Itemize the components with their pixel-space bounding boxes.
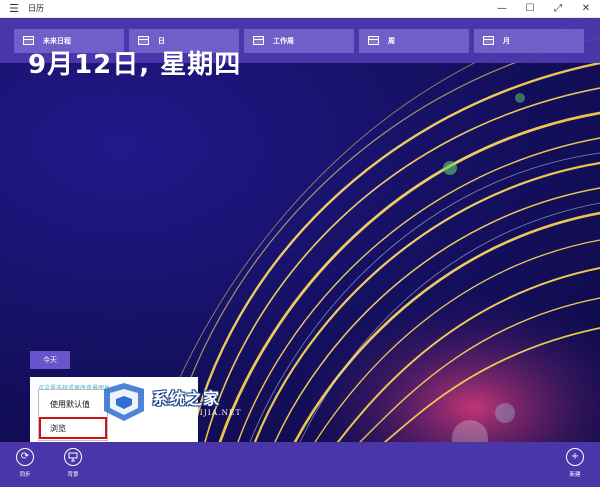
new-event-button[interactable]: + 新建 — [560, 448, 590, 484]
nav-week-label: 周 — [388, 36, 395, 45]
work-week-icon — [253, 36, 264, 45]
background-context-menu: 使用默认值 浏览 — [38, 389, 108, 441]
title-bar: ☰ 日历 — ☐ ⤢ ✕ — [0, 0, 600, 18]
week-icon — [368, 36, 379, 45]
today-button[interactable]: 今天 — [30, 351, 70, 369]
new-event-label: 新建 — [569, 472, 581, 478]
sync-label: 同步 — [19, 472, 31, 478]
fullscreen-button[interactable]: ⤢ — [544, 0, 572, 18]
watermark-logo-icon — [104, 383, 144, 421]
watermark-text: 系统之家 — [152, 389, 221, 408]
watermark-subtext: XITONGZHIJIA.NET — [148, 408, 242, 417]
plus-icon: + — [566, 448, 584, 466]
menu-item-browse[interactable]: 浏览 — [39, 417, 107, 439]
hamburger-menu-icon[interactable]: ☰ — [0, 0, 28, 18]
date-heading: 9月12日, 星期四 — [28, 50, 242, 80]
background-label: 背景 — [67, 472, 79, 478]
bottom-app-bar: ⟳ 同步 背景 + 新建 — [0, 442, 600, 487]
month-icon — [483, 36, 494, 45]
minimize-button[interactable]: — — [488, 0, 516, 18]
nav-work-week-button[interactable]: 工作周 — [244, 28, 354, 53]
sync-icon: ⟳ — [16, 448, 34, 466]
background-button[interactable]: 背景 — [58, 448, 88, 484]
watermark: 系统之家 XITONGZHIJIA.NET — [100, 377, 275, 427]
maximize-button[interactable]: ☐ — [516, 0, 544, 18]
nav-month-label: 月 — [503, 36, 510, 45]
app-title: 日历 — [28, 4, 44, 13]
nav-week-button[interactable]: 周 — [359, 28, 469, 53]
close-button[interactable]: ✕ — [572, 0, 600, 18]
background-icon — [64, 448, 82, 466]
nav-month-button[interactable]: 月 — [474, 28, 584, 53]
sync-button[interactable]: ⟳ 同步 — [10, 448, 40, 484]
nav-work-week-label: 工作周 — [273, 36, 294, 45]
menu-item-use-default[interactable]: 使用默认值 — [39, 393, 107, 415]
